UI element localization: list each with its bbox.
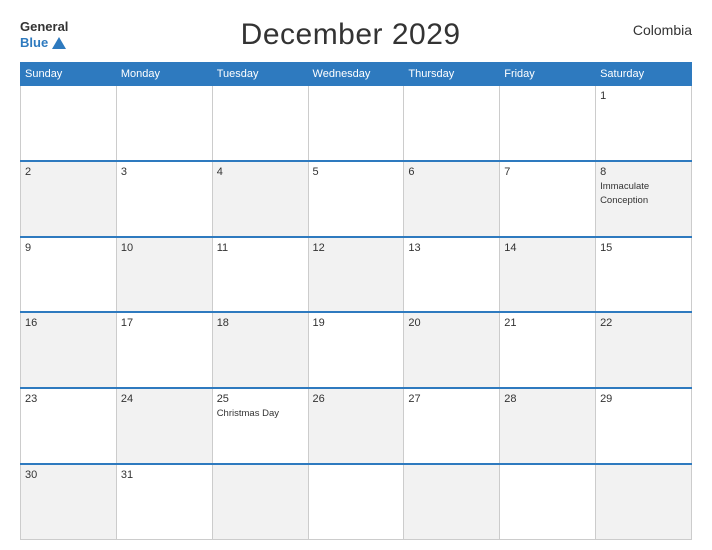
calendar-cell: 7	[500, 161, 596, 237]
calendar-cell: 10	[116, 237, 212, 313]
logo-triangle-icon	[52, 37, 66, 49]
calendar-cell: 11	[212, 237, 308, 313]
calendar-week-row: 9 10 11 12 13 14 15	[21, 237, 692, 313]
calendar-cell	[212, 86, 308, 162]
calendar-cell	[116, 86, 212, 162]
header-sunday: Sunday	[21, 63, 117, 86]
day-number: 14	[504, 242, 591, 254]
day-number: 23	[25, 393, 112, 405]
day-number: 10	[121, 242, 208, 254]
calendar-cell: 26	[308, 388, 404, 464]
calendar-cell: 12	[308, 237, 404, 313]
day-number: 5	[313, 166, 400, 178]
calendar-week-row: 1	[21, 86, 692, 162]
calendar-cell: 18	[212, 312, 308, 388]
header: General Blue December 2029 Colombia	[20, 18, 692, 52]
event-label: Immaculate Conception	[600, 181, 649, 205]
calendar-cell	[308, 86, 404, 162]
event-label: Christmas Day	[217, 408, 279, 419]
calendar-cell: 27	[404, 388, 500, 464]
day-number: 27	[408, 393, 495, 405]
day-number: 24	[121, 393, 208, 405]
calendar-table: Sunday Monday Tuesday Wednesday Thursday…	[20, 62, 692, 540]
day-number: 6	[408, 166, 495, 178]
calendar-cell: 15	[596, 237, 692, 313]
calendar-cell: 21	[500, 312, 596, 388]
calendar-cell: 19	[308, 312, 404, 388]
calendar-cell	[500, 86, 596, 162]
calendar-cell: 22	[596, 312, 692, 388]
logo: General Blue	[20, 19, 68, 50]
calendar-cell	[308, 464, 404, 540]
calendar-cell: 17	[116, 312, 212, 388]
calendar-cell: 24	[116, 388, 212, 464]
calendar-cell	[21, 86, 117, 162]
calendar-cell: 13	[404, 237, 500, 313]
day-number: 28	[504, 393, 591, 405]
weekday-header-row: Sunday Monday Tuesday Wednesday Thursday…	[21, 63, 692, 86]
header-saturday: Saturday	[596, 63, 692, 86]
day-number: 4	[217, 166, 304, 178]
day-number: 25	[217, 393, 304, 405]
calendar-cell: 25 Christmas Day	[212, 388, 308, 464]
day-number: 22	[600, 317, 687, 329]
day-number: 17	[121, 317, 208, 329]
header-friday: Friday	[500, 63, 596, 86]
calendar-cell: 28	[500, 388, 596, 464]
calendar-cell	[500, 464, 596, 540]
calendar-cell	[596, 464, 692, 540]
calendar-cell: 5	[308, 161, 404, 237]
day-number: 21	[504, 317, 591, 329]
calendar-cell: 16	[21, 312, 117, 388]
day-number: 11	[217, 242, 304, 254]
day-number: 31	[121, 469, 208, 481]
calendar-cell: 1	[596, 86, 692, 162]
day-number: 18	[217, 317, 304, 329]
logo-blue-text: Blue	[20, 35, 48, 51]
calendar-cell: 31	[116, 464, 212, 540]
day-number: 13	[408, 242, 495, 254]
calendar-cell: 6	[404, 161, 500, 237]
calendar-week-row: 2345678 Immaculate Conception	[21, 161, 692, 237]
day-number: 20	[408, 317, 495, 329]
day-number: 2	[25, 166, 112, 178]
country-label: Colombia	[633, 22, 692, 38]
header-monday: Monday	[116, 63, 212, 86]
day-number: 1	[600, 90, 687, 102]
calendar-cell: 20	[404, 312, 500, 388]
day-number: 19	[313, 317, 400, 329]
day-number: 30	[25, 469, 112, 481]
calendar-cell: 30	[21, 464, 117, 540]
header-tuesday: Tuesday	[212, 63, 308, 86]
calendar-cell	[404, 86, 500, 162]
calendar-cell: 23	[21, 388, 117, 464]
day-number: 15	[600, 242, 687, 254]
calendar-cell: 14	[500, 237, 596, 313]
calendar-page: General Blue December 2029 Colombia Sund…	[0, 0, 712, 550]
header-thursday: Thursday	[404, 63, 500, 86]
day-number: 9	[25, 242, 112, 254]
calendar-cell	[212, 464, 308, 540]
day-number: 12	[313, 242, 400, 254]
day-number: 7	[504, 166, 591, 178]
day-number: 26	[313, 393, 400, 405]
day-number: 8	[600, 166, 687, 178]
calendar-week-row: 30 31	[21, 464, 692, 540]
calendar-week-row: 23 24 25 Christmas Day 26 27 28 29	[21, 388, 692, 464]
logo-general-text: General	[20, 19, 68, 35]
calendar-cell: 9	[21, 237, 117, 313]
logo-blue-container: Blue	[20, 35, 68, 51]
day-number: 16	[25, 317, 112, 329]
day-number: 29	[600, 393, 687, 405]
calendar-cell: 2	[21, 161, 117, 237]
calendar-cell	[404, 464, 500, 540]
calendar-week-row: 16 17 18 19 20 21 22	[21, 312, 692, 388]
calendar-cell: 3	[116, 161, 212, 237]
calendar-cell: 29	[596, 388, 692, 464]
calendar-cell: 4	[212, 161, 308, 237]
day-number: 3	[121, 166, 208, 178]
calendar-cell: 8 Immaculate Conception	[596, 161, 692, 237]
header-wednesday: Wednesday	[308, 63, 404, 86]
page-title: December 2029	[241, 18, 461, 52]
